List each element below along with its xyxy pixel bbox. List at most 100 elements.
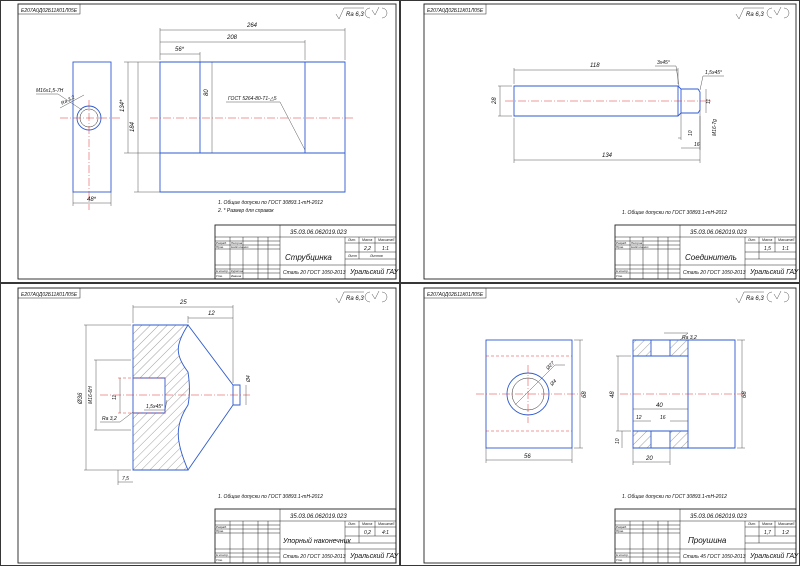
tb-who3: Курятов bbox=[231, 269, 244, 273]
tb-label-scale: Масштаб bbox=[778, 238, 795, 242]
tb-part-name: Упорный наконечник bbox=[282, 537, 352, 545]
dim-28: 28 bbox=[492, 97, 498, 105]
dim-16: 16 bbox=[660, 415, 666, 421]
dim-40: 40 bbox=[656, 403, 663, 409]
sheet-strubtsinka: Е207А0Д02Б11К01Л05Е Ra 6,3 264 208 56* 8… bbox=[0, 0, 400, 283]
weld-label: ГОСТ 5264-80-Т1-△5 bbox=[228, 96, 277, 102]
note-1: 1. Общие допуски по ГОСТ 30893.1-mH-2012 bbox=[622, 494, 727, 500]
roughness-mark: Ra 6,3 bbox=[335, 6, 388, 20]
tb-code: 35.03.06.062019.023 bbox=[290, 514, 347, 520]
dim-d36: Ø36 bbox=[78, 392, 84, 405]
dim-184: 184 bbox=[130, 121, 136, 132]
dim-134: 134* bbox=[120, 99, 126, 112]
chamfer-15x45: 1,5х45° bbox=[705, 70, 722, 76]
roughness-value: Ra 6,3 bbox=[346, 296, 364, 302]
dim-134: 134 bbox=[602, 153, 613, 159]
note-1: 1. Общие допуски по ГОСТ 30893.1-mH-2012 bbox=[218, 494, 323, 500]
tb-label-lit: Лит. bbox=[347, 238, 356, 242]
dim-11: 11 bbox=[112, 395, 118, 400]
drawing-stamp: Е207А0Д02Б11К01Л05Е bbox=[427, 8, 484, 14]
drawing-stamp: Е207А0Д02Б11К01Л05Е bbox=[21, 8, 78, 14]
tb-label-scale: Масштаб bbox=[378, 238, 395, 242]
title-block: 35.03.06.062019.023 Проушина Сталь 45 ГО… bbox=[614, 508, 800, 564]
tb-org: Уральский ГАУ bbox=[349, 552, 400, 560]
dim-264: 264 bbox=[246, 23, 258, 29]
tb-part-name: Струбцинка bbox=[285, 253, 332, 262]
dim-48: 48* bbox=[87, 197, 97, 203]
sheet-soedinitel: Е207А0Д02Б11К01Л05Е Ra 6,3 118 134 28 3х… bbox=[400, 0, 800, 283]
tb-label-lit: Лит. bbox=[747, 522, 756, 526]
tb-mass: 1,7 bbox=[764, 530, 771, 536]
tb-utv: Утв. bbox=[216, 558, 223, 562]
tb-label-scale: Масштаб bbox=[378, 522, 395, 526]
dim-12: 12 bbox=[636, 415, 642, 421]
tb-label-lit: Лит. bbox=[747, 238, 756, 242]
tb-label-scale: Масштаб bbox=[778, 522, 795, 526]
tb-code: 35.03.06.062019.023 bbox=[290, 230, 347, 236]
tb-utv: Утв. bbox=[616, 558, 623, 562]
tb-code: 35.03.06.062019.023 bbox=[690, 514, 747, 520]
tb-scale: 1:1 bbox=[782, 246, 789, 252]
tb-nkontr: Н.контр. bbox=[216, 553, 229, 557]
tb-org: Уральский ГАУ bbox=[749, 552, 800, 560]
tb-material: Сталь 20 ГОСТ 1050-2013 bbox=[683, 270, 746, 276]
dim-118: 118 bbox=[590, 63, 600, 69]
roughness-value: Ra 6,3 bbox=[746, 296, 764, 302]
tb-scale: 1:1 bbox=[382, 246, 389, 252]
title-block: 35.03.06.062019.023 Соединитель Сталь 20… bbox=[614, 224, 800, 280]
drawing-sheet: Е207А0Д02Б11К01Л05Е Ra 6,3 264 208 56* 8… bbox=[0, 0, 800, 566]
thread-label: М16х1,5-7Н bbox=[36, 88, 64, 94]
tb-label-mass: Масса bbox=[362, 522, 372, 526]
dim-7-5: 7,5 bbox=[122, 476, 129, 482]
tb-part-name: Проушина bbox=[688, 536, 727, 545]
tb-org: Уральский ГАУ bbox=[349, 268, 400, 276]
tb-scale: 4:1 bbox=[382, 530, 389, 536]
tb-prov: Пров. bbox=[616, 529, 624, 533]
tb-nkontr: Н.контр. bbox=[616, 553, 629, 557]
roughness-bore: Ra 3,2 bbox=[102, 416, 117, 422]
dim-d4: Ø4 bbox=[548, 378, 558, 388]
dim-d4: Ø4 bbox=[246, 375, 252, 383]
note-1: 1. Общие допуски по ГОСТ 30893.1-mH-2012 bbox=[622, 210, 727, 216]
tb-org: Уральский ГАУ bbox=[749, 268, 800, 276]
tb-nkontr: Н.контр. bbox=[616, 269, 629, 273]
title-block: 35.03.06.062019.023 Струбцинка Сталь 20 … bbox=[214, 224, 400, 280]
tb-material: Сталь 45 ГОСТ 1050-2013 bbox=[683, 554, 746, 560]
tb-who4: Иванов bbox=[231, 274, 242, 278]
dim-25: 25 bbox=[179, 300, 187, 306]
tb-utv: Утв. bbox=[616, 274, 623, 278]
dim-208: 208 bbox=[226, 35, 238, 41]
dim-10: 10 bbox=[615, 438, 621, 444]
roughness-value: Ra 6,3 bbox=[346, 12, 364, 18]
tb-mass: 0,2 bbox=[364, 530, 371, 536]
tb-scale: 1:2 bbox=[782, 530, 789, 536]
tb-code: 35.03.06.062019.023 bbox=[690, 230, 747, 236]
tb-mass: 2,2 bbox=[363, 246, 371, 252]
tb-who2: Надточенко bbox=[631, 245, 649, 249]
tb-label-mass: Масса bbox=[362, 238, 372, 242]
roughness-mark: Ra 6,3 bbox=[335, 290, 388, 304]
chamfer-3x45: 3х45° bbox=[657, 60, 670, 66]
tb-material: Сталь 20 ГОСТ 1050-2013 bbox=[283, 554, 346, 560]
roughness-mark: Ra 6,3 bbox=[735, 6, 790, 20]
thread-m16: М16-6Н bbox=[88, 386, 94, 404]
tb-prov: Пров. bbox=[616, 245, 624, 249]
dim-68: 68 bbox=[582, 391, 588, 398]
drawing-stamp: Е207А0Д02Б11К01Л05Е bbox=[427, 292, 484, 298]
tb-prov: Пров. bbox=[216, 245, 224, 249]
roughness-bore: Ra 3,2 bbox=[682, 335, 697, 341]
note-2: 2. * Размер для справок bbox=[217, 208, 274, 214]
tb-nkontr: Н.контр. bbox=[216, 269, 229, 273]
dim-d27: Ø27 bbox=[544, 360, 556, 372]
note-1: 1. Общие допуски по ГОСТ 30893.1-mH-2012 bbox=[218, 200, 323, 206]
sheet-upornyi-nakonechnik: Е207А0Д02Б11К01Л05Е Ra 6,3 25 12 Ø36 М16… bbox=[0, 283, 400, 566]
tb-prov: Пров. bbox=[216, 529, 224, 533]
tb-label-mass: Масса bbox=[762, 522, 772, 526]
title-block: 35.03.06.062019.023 Упорный наконечник С… bbox=[214, 508, 400, 564]
dim-20: 20 bbox=[645, 456, 653, 462]
thread-m16: М16-7g bbox=[712, 119, 718, 136]
roughness-value: Ra 6,3 bbox=[746, 12, 764, 18]
dim-12: 12 bbox=[208, 311, 215, 317]
dim-68-side: 68 bbox=[742, 391, 748, 398]
tb-label-sheet: Лист bbox=[347, 254, 357, 258]
